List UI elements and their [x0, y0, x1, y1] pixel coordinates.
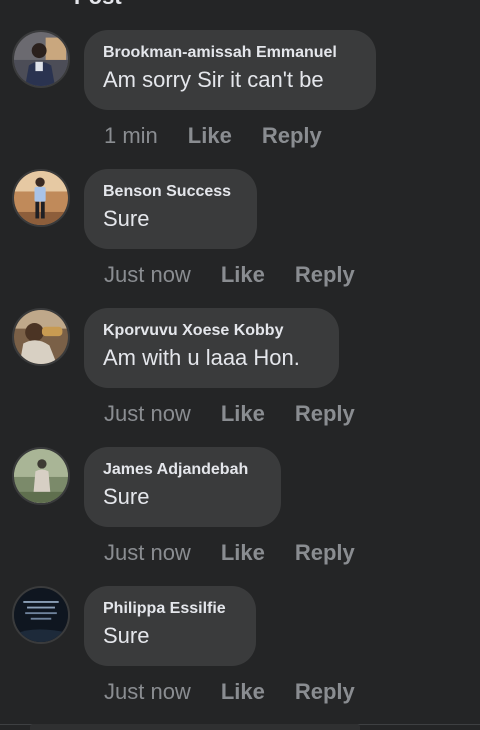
- comment-timestamp: 1 min: [104, 123, 158, 148]
- comment-bubble: Philippa Essilfie Sure: [84, 586, 256, 666]
- comment-bubble: Brookman-amissah Emmanuel Am sorry Sir i…: [84, 30, 376, 110]
- avatar[interactable]: [12, 586, 70, 644]
- comment-author[interactable]: James Adjandebah: [103, 460, 261, 480]
- user-photo-icon: [14, 310, 68, 364]
- comment-item: James Adjandebah Sure Just now Like Reply: [0, 447, 480, 586]
- reply-button[interactable]: Reply: [295, 539, 355, 567]
- comment-composer-edge: [30, 724, 360, 730]
- page-title: Post: [74, 0, 122, 8]
- avatar[interactable]: [12, 447, 70, 505]
- comment-text: Sure: [103, 623, 150, 648]
- comment-actions: Just now Like Reply: [104, 539, 355, 567]
- avatar[interactable]: [12, 308, 70, 366]
- comment-bubble: Kporvuvu Xoese Kobby Am with u laaa Hon.: [84, 308, 339, 388]
- comment-actions: Just now Like Reply: [104, 261, 355, 289]
- user-photo-icon: [14, 171, 68, 225]
- like-button[interactable]: Like: [221, 400, 265, 428]
- reply-button[interactable]: Reply: [295, 261, 355, 289]
- comment-item: Brookman-amissah Emmanuel Am sorry Sir i…: [0, 30, 480, 169]
- comment-author[interactable]: Philippa Essilfie: [103, 599, 236, 619]
- like-button[interactable]: Like: [188, 122, 232, 150]
- comments-screen: Post Brookman-amissah Emmanuel Am sorry …: [0, 0, 480, 730]
- comment-actions: Just now Like Reply: [104, 400, 355, 428]
- comment-timestamp: Just now: [104, 262, 191, 287]
- comment-author[interactable]: Brookman-amissah Emmanuel: [103, 43, 356, 63]
- comment-actions: 1 min Like Reply: [104, 122, 322, 150]
- reply-button[interactable]: Reply: [295, 400, 355, 428]
- comment-timestamp: Just now: [104, 679, 191, 704]
- comment-text: Sure: [103, 206, 150, 231]
- comment-text: Am sorry Sir it can't be: [103, 67, 324, 92]
- avatar[interactable]: [12, 169, 70, 227]
- comment-text: Sure: [103, 484, 150, 509]
- user-photo-icon: [14, 588, 68, 642]
- reply-button[interactable]: Reply: [295, 678, 355, 706]
- comment-bubble: James Adjandebah Sure: [84, 447, 281, 527]
- comment-text: Am with u laaa Hon.: [103, 345, 300, 370]
- comment-timestamp: Just now: [104, 540, 191, 565]
- comment-item: Kporvuvu Xoese Kobby Am with u laaa Hon.…: [0, 308, 480, 447]
- like-button[interactable]: Like: [221, 678, 265, 706]
- comment-timestamp: Just now: [104, 401, 191, 426]
- comment-author[interactable]: Kporvuvu Xoese Kobby: [103, 321, 319, 341]
- like-button[interactable]: Like: [221, 539, 265, 567]
- comment-item: Benson Success Sure Just now Like Reply: [0, 169, 480, 308]
- comment-author[interactable]: Benson Success: [103, 182, 237, 202]
- like-button[interactable]: Like: [221, 261, 265, 289]
- comment-actions: Just now Like Reply: [104, 678, 355, 706]
- comment-bubble: Benson Success Sure: [84, 169, 257, 249]
- user-photo-icon: [14, 32, 68, 86]
- comment-item: Philippa Essilfie Sure Just now Like Reply: [0, 586, 480, 725]
- avatar[interactable]: [12, 30, 70, 88]
- reply-button[interactable]: Reply: [262, 122, 322, 150]
- user-photo-icon: [14, 449, 68, 503]
